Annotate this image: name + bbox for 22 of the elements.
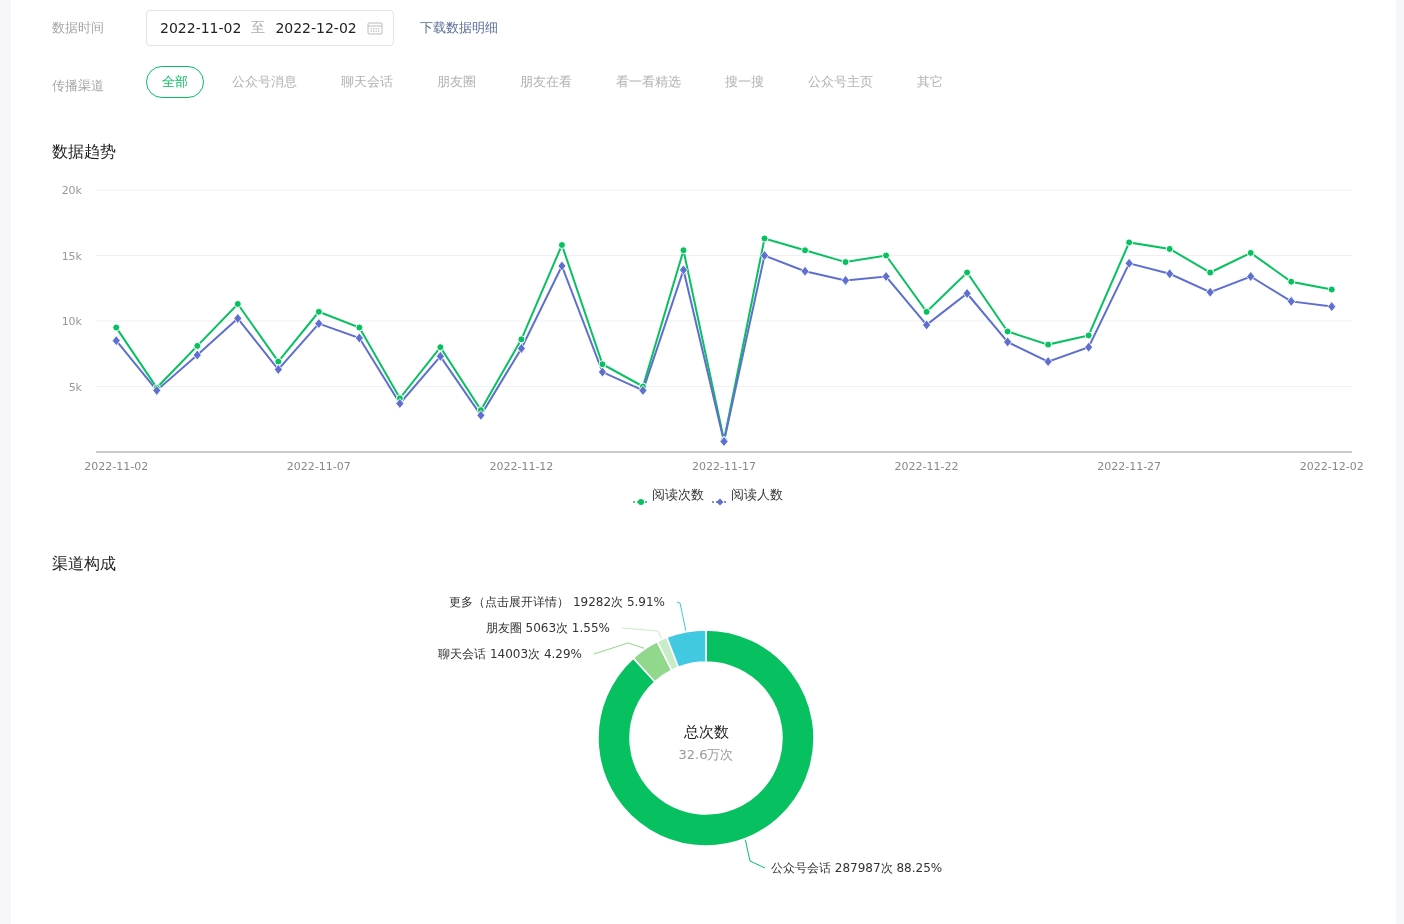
- axis-label: 2022-11-07: [286, 460, 351, 473]
- total-value: 32.6万次: [678, 747, 734, 762]
- slice-label: 朋友圈 5063次 1.55%: [485, 621, 610, 635]
- axis-label: 2022-12-02: [1299, 460, 1364, 473]
- total-label: 总次数: [683, 723, 729, 741]
- slice-label: 公众号会话 287987次 88.25%: [771, 861, 943, 875]
- data-label: 19282次 5.91%: [572, 595, 665, 609]
- axis-label: 5k: [68, 380, 82, 394]
- axis-label: 2022-11-22: [894, 460, 959, 473]
- axis-label: 15k: [61, 249, 82, 263]
- axis-label: 20k: [61, 184, 82, 197]
- section-title: 渠道构成: [52, 554, 117, 575]
- section-title: 数据趋势: [52, 142, 117, 163]
- field-label: 数据时间: [52, 19, 105, 37]
- axis-label: 2022-11-12: [489, 460, 554, 473]
- slice-label: 更多（点击展开详情）: [449, 595, 573, 609]
- slice-label: 聊天会话 14003次 4.29%: [438, 647, 582, 661]
- axis-label: 2022-11-27: [1097, 460, 1162, 473]
- field-label: 传播渠道: [52, 77, 105, 95]
- axis-label: 2022-11-02: [84, 460, 149, 473]
- axis-label: 10k: [61, 315, 82, 328]
- axis-label: 2022-11-17: [692, 460, 756, 473]
